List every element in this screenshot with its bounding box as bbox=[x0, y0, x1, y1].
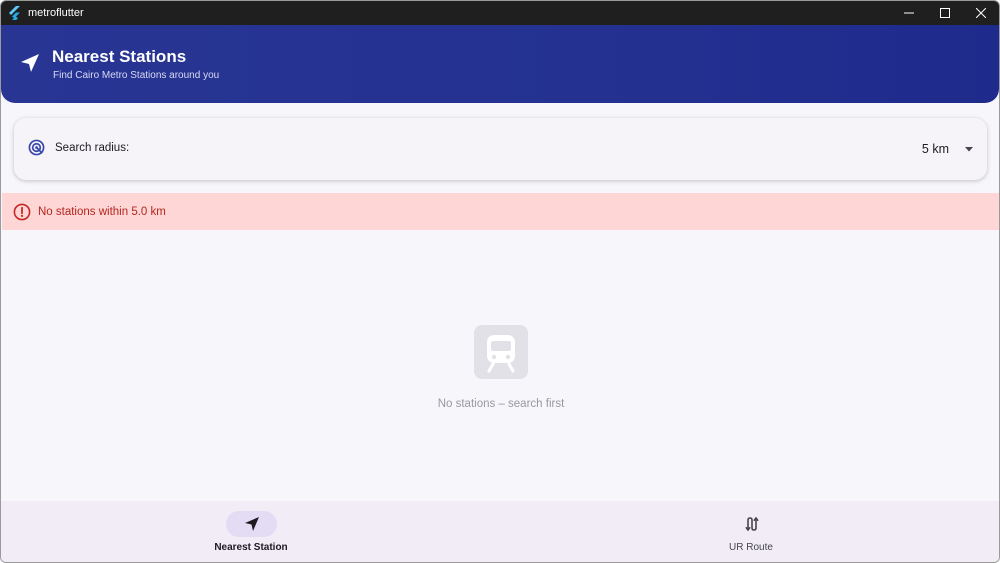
nav-label: UR Route bbox=[729, 542, 773, 553]
error-banner: No stations within 5.0 km bbox=[2, 193, 999, 230]
close-icon bbox=[976, 8, 986, 18]
search-radius-dropdown[interactable]: 5 km bbox=[922, 134, 975, 164]
page-title: Nearest Stations bbox=[52, 47, 187, 66]
minimize-icon bbox=[904, 12, 914, 14]
error-message: No stations within 5.0 km bbox=[38, 205, 166, 218]
app-window: metroflutter Nearest Stations Find Cairo… bbox=[0, 0, 1000, 563]
window-title: metroflutter bbox=[28, 7, 84, 19]
search-radius-label: Search radius: bbox=[55, 142, 130, 154]
nav-item-ur-route[interactable]: UR Route bbox=[651, 511, 851, 557]
app-header: Nearest Stations Find Cairo Metro Statio… bbox=[1, 25, 999, 103]
nav-label: Nearest Station bbox=[214, 542, 288, 553]
navigation-arrow-icon bbox=[244, 517, 259, 531]
search-radius-value: 5 km bbox=[921, 142, 949, 156]
maximize-button[interactable] bbox=[927, 1, 963, 25]
search-radius-card: Search radius: 5 km bbox=[14, 118, 987, 180]
error-circle-icon bbox=[13, 203, 31, 220]
title-bar: metroflutter bbox=[1, 1, 999, 25]
nav-icon-container bbox=[726, 511, 777, 537]
navigation-arrow-icon bbox=[21, 54, 39, 72]
maximize-icon bbox=[940, 8, 950, 18]
nav-active-indicator bbox=[226, 511, 277, 537]
page-subtitle: Find Cairo Metro Stations around you bbox=[53, 70, 220, 81]
radar-icon bbox=[28, 139, 45, 156]
flutter-logo-icon bbox=[9, 6, 20, 20]
empty-state-illustration bbox=[474, 325, 528, 379]
nav-item-nearest-station[interactable]: Nearest Station bbox=[151, 511, 351, 557]
close-button[interactable] bbox=[963, 1, 999, 25]
train-icon bbox=[487, 335, 515, 373]
window-controls bbox=[891, 1, 999, 25]
empty-state-message: No stations – search first bbox=[437, 398, 565, 410]
dropdown-arrow-icon bbox=[965, 147, 973, 152]
route-icon bbox=[744, 517, 758, 531]
minimize-button[interactable] bbox=[891, 1, 927, 25]
bottom-navigation: Nearest Station UR Route bbox=[1, 501, 999, 562]
